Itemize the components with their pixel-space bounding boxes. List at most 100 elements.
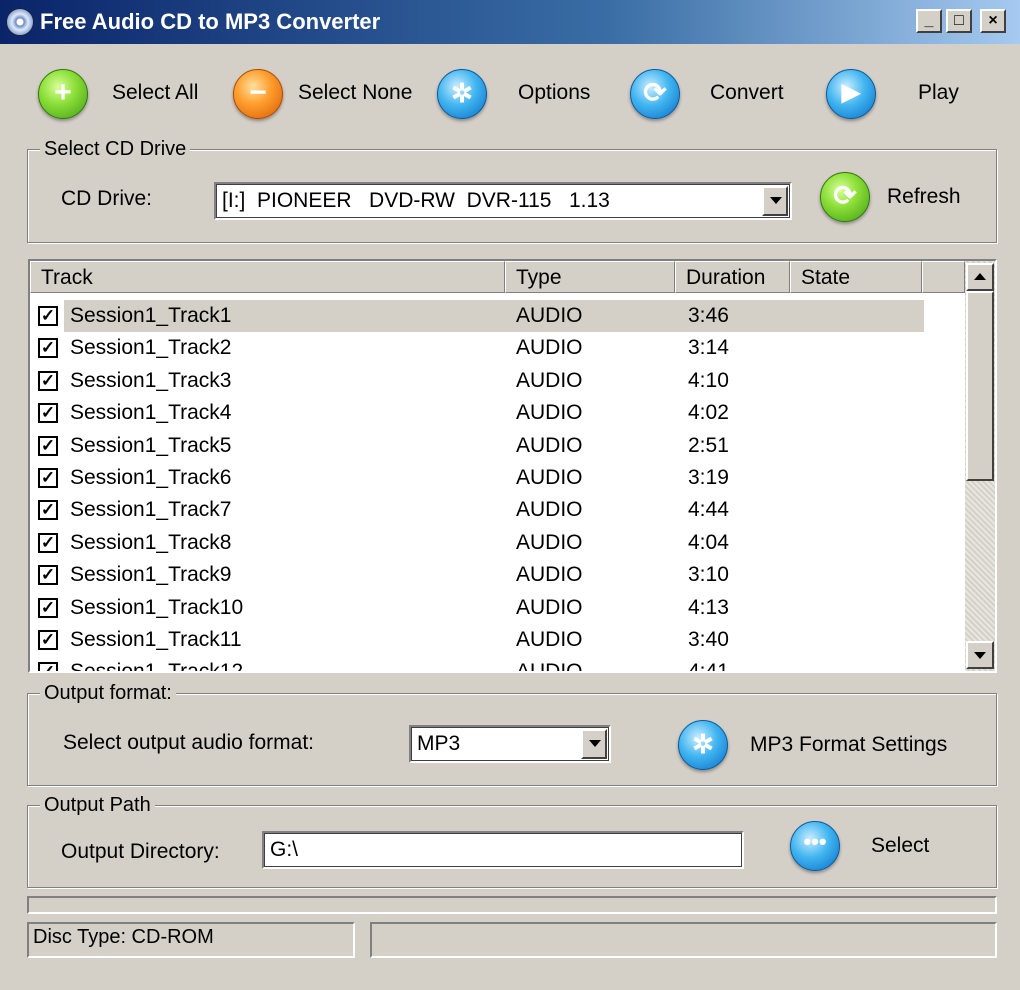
track-checkbox[interactable]: ✓: [38, 306, 58, 326]
more-dots-icon[interactable]: •••: [790, 821, 840, 871]
track-list[interactable]: Track Type Duration State ✓ Session1_Trac…: [28, 259, 997, 673]
options-button[interactable]: Options: [518, 81, 590, 105]
track-type: AUDIO: [516, 563, 583, 587]
table-row[interactable]: ✓ Session1_Track7 AUDIO 4:44: [30, 494, 925, 526]
play-button[interactable]: Play: [918, 81, 959, 105]
track-checkbox[interactable]: ✓: [38, 338, 58, 359]
table-row[interactable]: ✓ Session1_Track6 AUDIO 3:19: [30, 462, 925, 494]
scroll-up-button[interactable]: [966, 263, 994, 291]
chevron-down-icon: [974, 652, 986, 659]
track-checkbox[interactable]: ✓: [38, 532, 58, 553]
progress-bar: [27, 896, 997, 914]
track-duration: 4:13: [688, 595, 729, 619]
cd-drive-value: [I:] PIONEER DVD-RW DVR-115 1.13: [222, 189, 610, 212]
select-directory-button[interactable]: Select: [871, 834, 929, 858]
track-duration: 3:19: [688, 466, 729, 489]
close-button[interactable]: ×: [980, 9, 1006, 33]
window-title: Free Audio CD to MP3 Converter: [40, 9, 381, 34]
track-duration: 3:46: [688, 304, 729, 327]
track-checkbox[interactable]: ✓: [38, 565, 58, 586]
track-name: Session1_Track11: [70, 628, 242, 651]
table-row[interactable]: ✓ Session1_Track12 AUDIO 4:41: [30, 656, 925, 671]
table-row[interactable]: ✓ Session1_Track9 AUDIO 3:10: [30, 559, 925, 591]
track-type: AUDIO: [516, 628, 583, 651]
minimize-button[interactable]: _: [916, 9, 942, 33]
track-type: AUDIO: [516, 660, 583, 671]
track-duration: 4:10: [688, 368, 729, 392]
mp3-format-settings-button[interactable]: MP3 Format Settings: [750, 733, 947, 757]
table-row[interactable]: ✓ Session1_Track8 AUDIO 4:04: [30, 527, 925, 559]
table-row[interactable]: ✓ Session1_Track2 AUDIO 3:14: [30, 332, 925, 364]
track-name: Session1_Track5: [70, 433, 232, 457]
track-name: Session1_Track3: [70, 368, 232, 392]
disc-type-status: Disc Type: CD-ROM: [27, 922, 355, 958]
track-checkbox[interactable]: ✓: [38, 403, 58, 424]
scroll-thumb[interactable]: [966, 291, 994, 481]
chevron-down-icon: [589, 740, 601, 747]
select-all-button[interactable]: Select All: [112, 81, 198, 105]
cd-drive-label: CD Drive:: [61, 187, 153, 210]
track-type: AUDIO: [516, 336, 583, 360]
vertical-scrollbar[interactable]: [965, 261, 995, 671]
output-path-group-title: Output Path: [40, 794, 155, 817]
chevron-down-icon: [770, 197, 782, 204]
gear-icon[interactable]: ✲: [437, 69, 487, 119]
track-name: Session1_Track10: [70, 595, 244, 619]
play-icon[interactable]: ▶: [826, 69, 876, 119]
track-name: Session1_Track7: [70, 498, 232, 522]
plus-icon[interactable]: +: [38, 69, 88, 119]
table-row[interactable]: ✓ Session1_Track4 AUDIO 4:02: [30, 397, 925, 429]
cd-drive-dropdown-button[interactable]: [762, 186, 788, 216]
output-format-select[interactable]: MP3: [409, 725, 611, 763]
table-row[interactable]: ✓ Session1_Track3 AUDIO 4:10: [30, 365, 925, 397]
track-list-header: Track Type Duration State: [30, 261, 965, 293]
track-checkbox[interactable]: ✓: [38, 597, 58, 618]
track-checkbox[interactable]: ✓: [38, 370, 58, 391]
status-message: [370, 922, 997, 958]
output-format-dropdown-button[interactable]: [581, 729, 607, 759]
column-header-duration[interactable]: Duration: [675, 261, 790, 293]
track-duration: 4:44: [688, 498, 729, 522]
column-header-track[interactable]: Track: [30, 261, 505, 293]
track-duration: 4:02: [688, 401, 729, 425]
track-checkbox[interactable]: ✓: [38, 435, 58, 456]
table-row[interactable]: ✓ Session1_Track1 AUDIO 3:46: [30, 300, 925, 332]
cd-drive-group-title: Select CD Drive: [40, 138, 191, 161]
track-duration: 4:04: [688, 530, 729, 554]
refresh-icon[interactable]: ⟳: [820, 172, 870, 222]
track-type: AUDIO: [516, 595, 583, 619]
table-row[interactable]: ✓ Session1_Track11 AUDIO 3:40: [30, 624, 925, 656]
convert-arrows-icon[interactable]: ⟳: [630, 69, 680, 119]
track-checkbox[interactable]: ✓: [38, 662, 58, 671]
column-header-filler: [922, 261, 965, 293]
cd-drive-select[interactable]: [I:] PIONEER DVD-RW DVR-115 1.13: [214, 182, 792, 220]
track-type: AUDIO: [516, 304, 583, 327]
track-name: Session1_Track1: [70, 304, 232, 327]
cd-app-icon: [6, 8, 34, 36]
table-row[interactable]: ✓ Session1_Track5 AUDIO 2:51: [30, 430, 925, 462]
select-none-button[interactable]: Select None: [298, 81, 412, 105]
track-checkbox[interactable]: ✓: [38, 630, 58, 650]
maximize-button[interactable]: □: [946, 9, 972, 33]
track-checkbox[interactable]: ✓: [38, 500, 58, 521]
track-type: AUDIO: [516, 368, 583, 392]
track-duration: 3:14: [688, 336, 729, 360]
minus-icon[interactable]: −: [233, 69, 283, 119]
track-name: Session1_Track12: [70, 660, 243, 671]
track-checkbox[interactable]: ✓: [38, 468, 58, 488]
track-duration: 3:10: [688, 563, 729, 587]
track-duration: 4:41: [688, 660, 729, 671]
output-directory-field[interactable]: G:\: [262, 831, 744, 869]
output-format-value: MP3: [417, 732, 461, 755]
column-header-type[interactable]: Type: [505, 261, 675, 293]
column-header-state[interactable]: State: [790, 261, 922, 293]
track-type: AUDIO: [516, 498, 583, 522]
convert-button[interactable]: Convert: [710, 81, 784, 105]
gear-icon[interactable]: ✲: [678, 720, 728, 770]
output-format-group-title: Output format:: [40, 682, 176, 705]
scroll-down-button[interactable]: [966, 641, 994, 669]
track-duration: 3:40: [688, 628, 729, 651]
refresh-button[interactable]: Refresh: [887, 185, 961, 209]
table-row[interactable]: ✓ Session1_Track10 AUDIO 4:13: [30, 592, 925, 624]
output-directory-label: Output Directory:: [61, 840, 220, 863]
